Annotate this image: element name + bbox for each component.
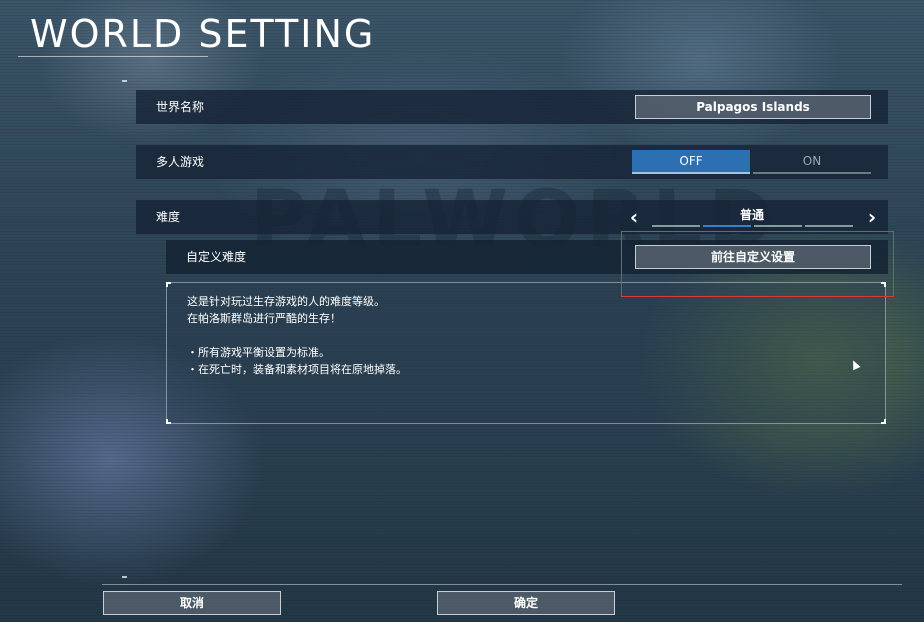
difficulty-label: 难度 [156, 210, 181, 224]
cancel-button[interactable]: 取消 [103, 591, 281, 615]
panel-corner [166, 419, 171, 424]
confirm-button[interactable]: 确定 [437, 591, 615, 615]
difficulty-level-marker-active [703, 225, 751, 227]
title-divider [18, 56, 208, 57]
description-bullet: ・在死亡时，装备和素材项目将在原地掉落。 [187, 363, 407, 376]
multiplayer-off-button[interactable]: OFF [632, 150, 750, 174]
world-name-input[interactable]: Palpagos Islands [635, 95, 871, 119]
description-line: 在帕洛斯群岛进行严酷的生存！ [187, 312, 341, 325]
panel-corner [166, 282, 171, 287]
custom-difficulty-row: 自定义难度 前往自定义设置 [166, 240, 888, 274]
decor-tick [122, 576, 127, 578]
difficulty-value: 普通 [739, 208, 764, 222]
difficulty-description: 这是针对玩过生存游戏的人的难度等级。 在帕洛斯群岛进行严酷的生存！ ・所有游戏平… [187, 293, 407, 378]
custom-settings-button[interactable]: 前往自定义设置 [635, 245, 871, 269]
multiplayer-row: 多人游戏 OFF ON [136, 145, 888, 179]
page-title: WORLD SETTING [30, 12, 376, 56]
multiplayer-label: 多人游戏 [156, 155, 205, 169]
difficulty-description-panel: 这是针对玩过生存游戏的人的难度等级。 在帕洛斯群岛进行严酷的生存！ ・所有游戏平… [166, 282, 886, 424]
panel-corner [881, 419, 886, 424]
world-name-label: 世界名称 [156, 100, 205, 114]
difficulty-level-marker [805, 225, 853, 227]
panel-corner [881, 282, 886, 287]
world-name-row: 世界名称 Palpagos Islands [136, 90, 888, 124]
chevron-left-icon[interactable]: ‹ [624, 206, 644, 228]
description-line: 这是针对玩过生存游戏的人的难度等级。 [187, 295, 385, 308]
difficulty-row: 难度 ‹ 普通 › [136, 200, 888, 234]
difficulty-level-marker [754, 225, 802, 227]
decor-tick [122, 80, 127, 82]
chevron-right-icon[interactable]: › [862, 206, 882, 228]
footer-divider [102, 584, 902, 585]
custom-difficulty-label: 自定义难度 [186, 250, 247, 264]
description-bullet: ・所有游戏平衡设置为标准。 [187, 346, 330, 359]
multiplayer-on-button[interactable]: ON [753, 150, 871, 174]
difficulty-level-marker [652, 225, 700, 227]
